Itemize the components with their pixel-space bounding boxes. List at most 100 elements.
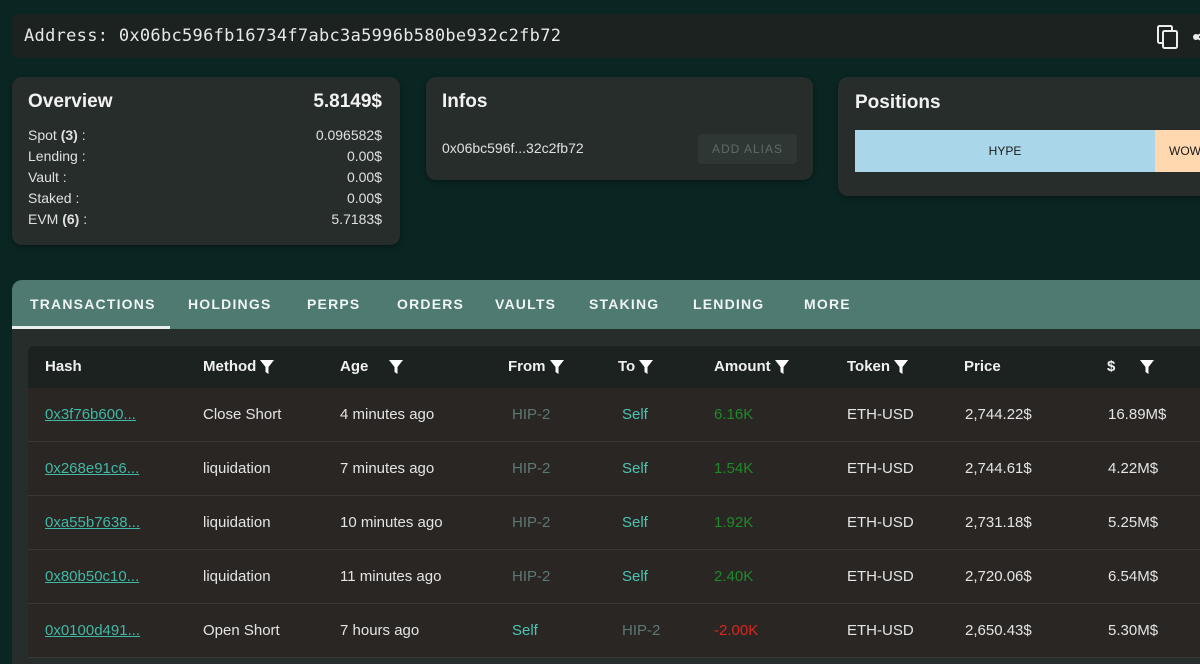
tx-token: ETH-USD <box>847 514 914 531</box>
filter-icon[interactable] <box>549 359 565 375</box>
tx-to[interactable]: Self <box>622 568 648 585</box>
tx-method: liquidation <box>203 568 271 585</box>
short-address: 0x06bc596f...32c2fb72 <box>442 140 584 156</box>
tx-to[interactable]: Self <box>622 406 648 423</box>
table-row: 0xa55b7638... liquidation 10 minutes ago… <box>28 496 1200 550</box>
tx-age: 10 minutes ago <box>340 514 443 531</box>
overview-title: Overview <box>28 91 113 112</box>
tx-amount: 2.40K <box>714 568 754 585</box>
infos-card: Infos 0x06bc596f...32c2fb72 ADD ALIAS <box>426 77 813 180</box>
header-from: From <box>508 358 565 375</box>
header-price: Price <box>964 358 1001 375</box>
overview-row-staked: Staked : 0.00$ <box>28 190 382 210</box>
tx-from[interactable]: HIP-2 <box>512 514 550 531</box>
tab-lending[interactable]: LENDING <box>693 280 764 329</box>
tx-token: ETH-USD <box>847 460 914 477</box>
filter-icon[interactable] <box>774 359 790 375</box>
table-row: 0x0100d491... Open Short 7 hours ago Sel… <box>28 604 1200 658</box>
filter-icon[interactable] <box>1139 359 1155 375</box>
tx-usd: 5.30M$ <box>1108 622 1159 639</box>
tab-orders[interactable]: ORDERS <box>397 280 464 329</box>
overview-row-value: 0.096582$ <box>315 127 382 143</box>
tx-amount: 1.54K <box>714 460 754 477</box>
tab-staking[interactable]: STAKING <box>589 280 659 329</box>
overview-row-label: Spot <box>28 127 57 143</box>
infos-title: Infos <box>442 91 488 112</box>
tab-more[interactable]: MORE <box>804 280 851 329</box>
tx-from[interactable]: HIP-2 <box>512 406 550 423</box>
tx-method: liquidation <box>203 514 271 531</box>
tx-usd: 16.89M$ <box>1108 406 1167 423</box>
overview-row-value: 0.00$ <box>346 190 382 206</box>
tx-usd: 5.25M$ <box>1108 514 1159 531</box>
positions-card: Positions HYPE WOW <box>838 77 1200 196</box>
tx-from[interactable]: HIP-2 <box>512 568 550 585</box>
tx-amount: -2.00K <box>714 622 759 639</box>
tx-price: 2,744.22$ <box>965 406 1032 423</box>
tx-to[interactable]: Self <box>622 514 648 531</box>
tx-price: 2,744.61$ <box>965 460 1032 477</box>
table-row: 0x3f76b600... Close Short 4 minutes ago … <box>28 388 1200 442</box>
tx-from[interactable]: HIP-2 <box>512 460 550 477</box>
tab-bar: TRANSACTIONS HOLDINGS PERPS ORDERS VAULT… <box>12 280 1200 329</box>
header-token: Token <box>847 358 909 375</box>
tx-price: 2,720.06$ <box>965 568 1032 585</box>
address-bar: Address: 0x06bc596fb16734f7abc3a5996b580… <box>12 14 1200 58</box>
table-header: Hash Method Age From To Amount Token Pri… <box>28 346 1200 388</box>
active-tab-indicator <box>12 326 170 329</box>
overview-row-value: 0.00$ <box>346 148 382 164</box>
filter-icon[interactable] <box>388 359 404 375</box>
overview-row-label: Staked : <box>28 190 80 206</box>
overview-row-label: EVM <box>28 211 59 227</box>
tab-transactions[interactable]: TRANSACTIONS <box>30 280 156 329</box>
tx-age: 11 minutes ago <box>340 568 442 585</box>
filter-icon[interactable] <box>259 359 275 375</box>
tx-to[interactable]: Self <box>622 460 648 477</box>
overview-row-lending: Lending : 0.00$ <box>28 148 382 168</box>
overview-row-evm: EVM (6) : 5.7183$ <box>28 211 382 227</box>
tx-from[interactable]: Self <box>512 622 538 639</box>
tx-hash-link[interactable]: 0x80b50c10... <box>45 568 139 585</box>
copy-icon[interactable] <box>1156 24 1180 50</box>
overview-row-label: Vault : <box>28 169 67 185</box>
header-method: Method <box>203 358 275 375</box>
activity-panel: TRANSACTIONS HOLDINGS PERPS ORDERS VAULT… <box>12 280 1200 664</box>
overview-card: Overview 5.8149$ Spot (3) : 0.096582$ Le… <box>12 77 400 245</box>
tx-to[interactable]: HIP-2 <box>622 622 660 639</box>
tab-holdings[interactable]: HOLDINGS <box>188 280 272 329</box>
table-row: 0x268e91c6... liquidation 7 minutes ago … <box>28 442 1200 496</box>
header-hash: Hash <box>45 358 82 375</box>
share-icon[interactable] <box>1192 26 1200 48</box>
overview-row-spot: Spot (3) : 0.096582$ <box>28 127 382 143</box>
header-age: Age <box>340 358 404 375</box>
tx-hash-link[interactable]: 0xa55b7638... <box>45 514 140 531</box>
tx-hash-link[interactable]: 0x0100d491... <box>45 622 140 639</box>
overview-row-value: 0.00$ <box>346 169 382 185</box>
overview-total: 5.8149$ <box>313 91 382 112</box>
tab-perps[interactable]: PERPS <box>307 280 360 329</box>
tx-age: 7 hours ago <box>340 622 420 639</box>
position-bar-hype[interactable]: HYPE <box>855 130 1155 172</box>
tx-token: ETH-USD <box>847 406 914 423</box>
tx-method: Open Short <box>203 622 280 639</box>
tx-token: ETH-USD <box>847 568 914 585</box>
position-bar-wow[interactable]: WOW <box>1155 130 1200 172</box>
overview-row-vault: Vault : 0.00$ <box>28 169 382 189</box>
overview-row-count: (3) <box>60 127 78 143</box>
tx-usd: 6.54M$ <box>1108 568 1159 585</box>
filter-icon[interactable] <box>893 359 909 375</box>
tx-price: 2,731.18$ <box>965 514 1032 531</box>
overview-row-label: Lending : <box>28 148 86 164</box>
tx-hash-link[interactable]: 0x3f76b600... <box>45 406 136 423</box>
filter-icon[interactable] <box>638 359 654 375</box>
tx-price: 2,650.43$ <box>965 622 1032 639</box>
tx-method: Close Short <box>203 406 282 423</box>
tx-usd: 4.22M$ <box>1108 460 1159 477</box>
tab-vaults[interactable]: VAULTS <box>495 280 556 329</box>
tx-amount: 6.16K <box>714 406 754 423</box>
header-to: To <box>618 358 654 375</box>
tx-hash-link[interactable]: 0x268e91c6... <box>45 460 139 477</box>
add-alias-button[interactable]: ADD ALIAS <box>698 134 797 164</box>
tx-amount: 1.92K <box>714 514 754 531</box>
tx-method: liquidation <box>203 460 271 477</box>
